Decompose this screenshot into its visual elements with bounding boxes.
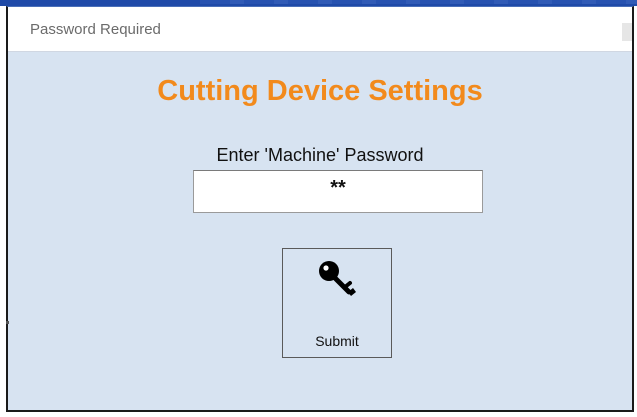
password-input[interactable]: ** [193, 170, 483, 213]
window-title: Password Required [30, 21, 161, 38]
title-bar[interactable]: Password Required [8, 7, 632, 52]
password-label: Enter 'Machine' Password [216, 145, 424, 165]
title-bar-control[interactable] [622, 23, 632, 41]
submit-button[interactable]: Submit [282, 248, 392, 358]
dialog-heading: Cutting Device Settings [157, 75, 483, 107]
background-window-detail [200, 0, 637, 4]
edge-mark [6, 321, 9, 324]
key-icon [319, 261, 356, 296]
submit-label: Submit [315, 333, 359, 349]
password-dialog: Password Required Cutting Device Setting… [6, 6, 634, 412]
